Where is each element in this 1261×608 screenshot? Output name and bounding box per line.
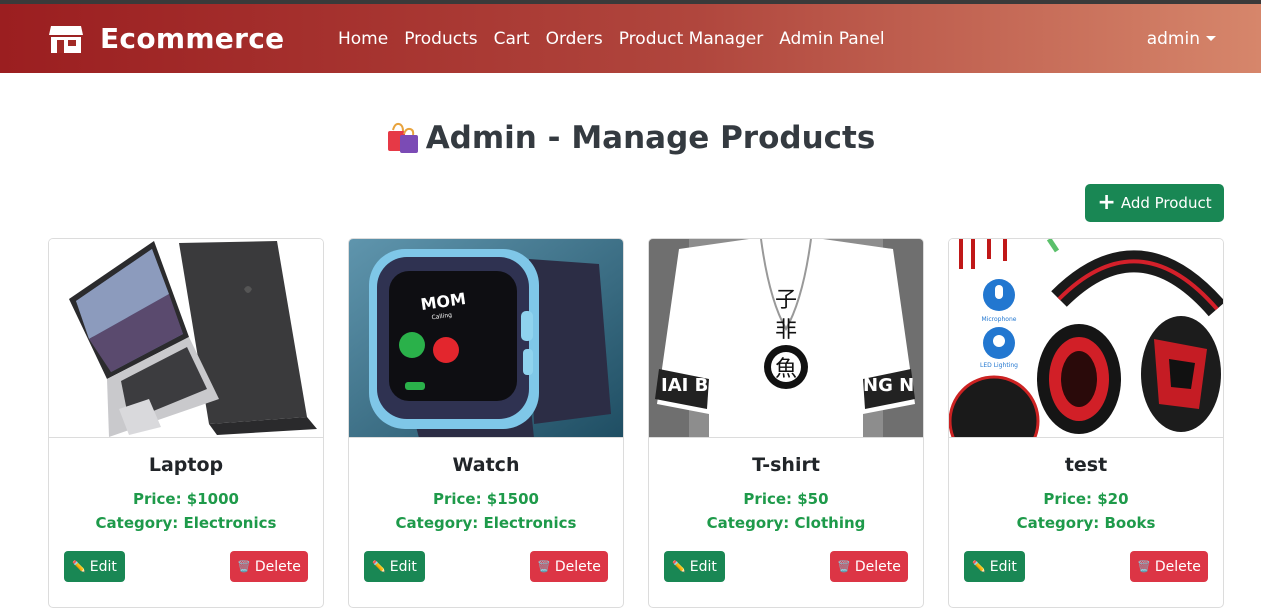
product-category: Category: Clothing bbox=[706, 514, 866, 532]
nav-link-product-manager[interactable]: Product Manager bbox=[619, 29, 763, 49]
product-card: IAI B NG N 子 非 魚 T-shirt Price: $50 Cate… bbox=[648, 238, 924, 608]
pencil-icon: ✏️ bbox=[372, 560, 386, 573]
product-card: Laptop Price: $1000 Category: Electronic… bbox=[48, 238, 324, 608]
edit-label: Edit bbox=[689, 558, 717, 575]
product-name: test bbox=[1064, 454, 1108, 476]
mic-label: Microphone bbox=[982, 316, 1017, 323]
pencil-icon: ✏️ bbox=[72, 560, 86, 573]
led-label: LED Lighting bbox=[980, 362, 1018, 369]
delete-button[interactable]: 🗑️ Delete bbox=[1130, 551, 1208, 582]
product-name: Laptop bbox=[148, 454, 224, 476]
navbar: Ecommerce Home Products Cart Orders Prod… bbox=[0, 4, 1261, 73]
delete-label: Delete bbox=[554, 558, 601, 575]
edit-label: Edit bbox=[89, 558, 117, 575]
trash-icon: 🗑️ bbox=[837, 560, 851, 573]
edit-button[interactable]: ✏️ Edit bbox=[64, 551, 125, 582]
tshirt-image: IAI B NG N 子 非 魚 bbox=[649, 239, 923, 438]
product-price: Price: $20 bbox=[1043, 490, 1129, 508]
add-product-label: Add Product bbox=[1120, 194, 1212, 212]
delete-label: Delete bbox=[854, 558, 901, 575]
nav-link-cart[interactable]: Cart bbox=[494, 29, 530, 49]
delete-button[interactable]: 🗑️ Delete bbox=[230, 551, 308, 582]
product-card: Microphone LED Lighting test Price: $20 … bbox=[948, 238, 1224, 608]
product-card: MOM Calling Watch Price: $1500 Category:… bbox=[348, 238, 624, 608]
shopping-bags-icon bbox=[387, 122, 418, 153]
user-dropdown[interactable]: admin bbox=[1147, 4, 1216, 73]
nav-link-orders[interactable]: Orders bbox=[546, 29, 603, 49]
brand-name: Ecommerce bbox=[100, 22, 285, 55]
product-price: Price: $1000 bbox=[132, 490, 239, 508]
smartwatch-image: MOM Calling bbox=[349, 239, 623, 438]
shirt-char-3: 魚 bbox=[775, 357, 797, 382]
product-name: T-shirt bbox=[752, 454, 820, 476]
pencil-icon: ✏️ bbox=[672, 560, 686, 573]
plus-icon: + bbox=[1097, 190, 1116, 215]
edit-button[interactable]: ✏️ Edit bbox=[364, 551, 425, 582]
user-name: admin bbox=[1146, 28, 1200, 49]
edit-label: Edit bbox=[989, 558, 1017, 575]
caret-down-icon bbox=[1206, 36, 1216, 41]
nav-links: Home Products Cart Orders Product Manage… bbox=[338, 4, 901, 73]
delete-label: Delete bbox=[254, 558, 301, 575]
store-icon bbox=[49, 25, 83, 53]
product-category: Category: Books bbox=[1016, 514, 1156, 532]
nav-link-home[interactable]: Home bbox=[338, 29, 388, 49]
brand[interactable]: Ecommerce bbox=[48, 4, 284, 73]
delete-button[interactable]: 🗑️ Delete bbox=[830, 551, 908, 582]
nav-link-admin-panel[interactable]: Admin Panel bbox=[779, 29, 884, 49]
add-product-button[interactable]: + Add Product bbox=[1085, 184, 1224, 222]
product-grid: Laptop Price: $1000 Category: Electronic… bbox=[48, 238, 1248, 608]
pencil-icon: ✏️ bbox=[972, 560, 986, 573]
shirt-right-text: NG N bbox=[863, 375, 914, 396]
product-name: Watch bbox=[452, 454, 520, 476]
shirt-char-1: 子 bbox=[775, 288, 797, 313]
delete-label: Delete bbox=[1154, 558, 1201, 575]
nav-link-products[interactable]: Products bbox=[404, 29, 477, 49]
page-title: Admin - Manage Products bbox=[0, 120, 1261, 156]
product-category: Category: Electronics bbox=[95, 514, 277, 532]
laptop-image bbox=[49, 239, 323, 438]
trash-icon: 🗑️ bbox=[1137, 560, 1151, 573]
product-price: Price: $50 bbox=[743, 490, 829, 508]
edit-button[interactable]: ✏️ Edit bbox=[664, 551, 725, 582]
shirt-char-2: 非 bbox=[775, 318, 797, 343]
product-category: Category: Electronics bbox=[395, 514, 577, 532]
trash-icon: 🗑️ bbox=[237, 560, 251, 573]
delete-button[interactable]: 🗑️ Delete bbox=[530, 551, 608, 582]
edit-button[interactable]: ✏️ Edit bbox=[964, 551, 1025, 582]
product-price: Price: $1500 bbox=[432, 490, 539, 508]
edit-label: Edit bbox=[389, 558, 417, 575]
headphones-image: Microphone LED Lighting bbox=[949, 239, 1223, 438]
trash-icon: 🗑️ bbox=[537, 560, 551, 573]
shirt-left-text: IAI B bbox=[661, 375, 708, 396]
page-title-text: Admin - Manage Products bbox=[425, 120, 876, 156]
